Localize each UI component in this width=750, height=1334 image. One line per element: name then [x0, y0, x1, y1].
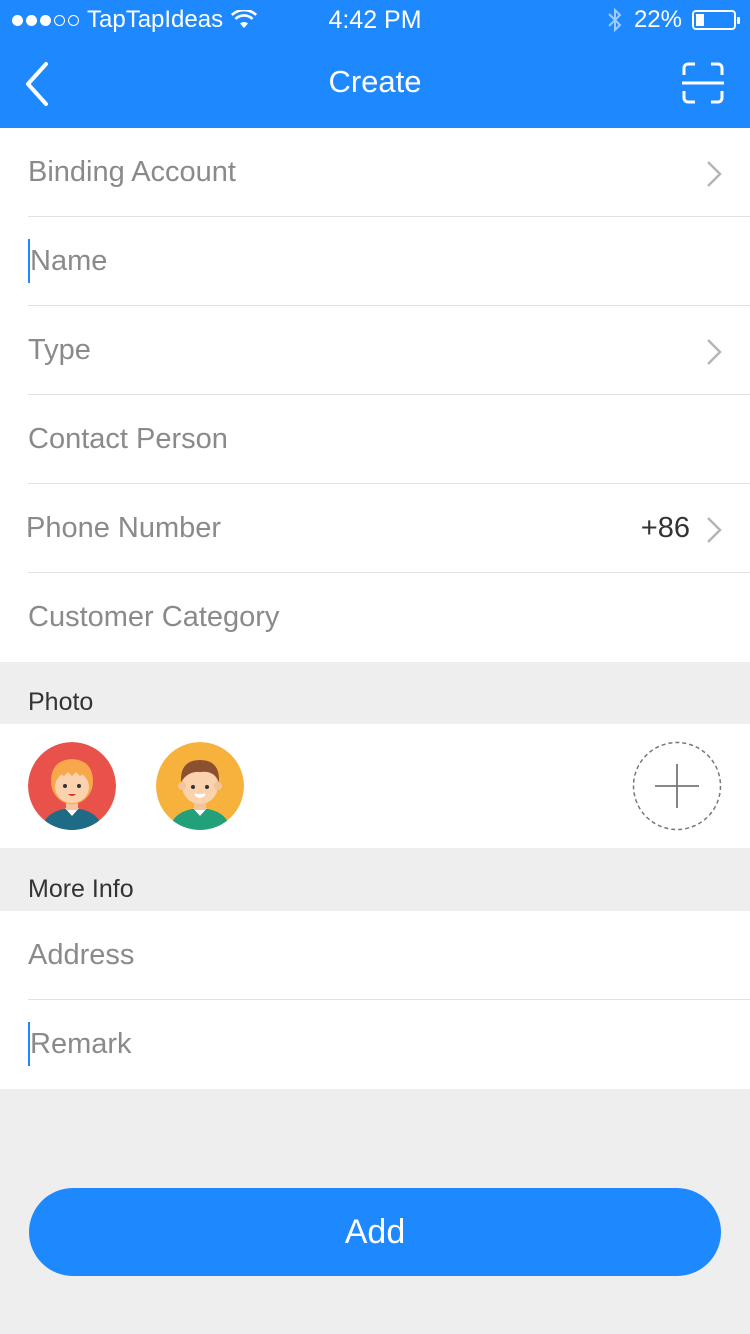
name-field[interactable]: Name: [28, 217, 750, 306]
battery-icon: [692, 10, 740, 30]
type-row[interactable]: Type: [28, 306, 750, 395]
country-code[interactable]: +86: [641, 484, 690, 573]
plus-icon[interactable]: [632, 741, 722, 831]
address-field[interactable]: Address: [28, 911, 750, 1000]
chevron-right-icon: [707, 161, 722, 187]
contact-person-placeholder: Contact Person: [28, 423, 228, 455]
type-label: Type: [28, 334, 91, 366]
scan-icon[interactable]: [682, 62, 724, 104]
status-right: 22%: [606, 6, 740, 34]
page-title: Create: [328, 64, 422, 99]
add-button[interactable]: Add: [29, 1188, 721, 1276]
customer-category-field[interactable]: Customer Category: [28, 573, 750, 662]
binding-account-label: Binding Account: [28, 156, 236, 188]
binding-account-row[interactable]: Binding Account: [28, 128, 750, 217]
phone-number-field[interactable]: Phone Number +86: [26, 484, 750, 573]
customer-category-placeholder: Customer Category: [28, 601, 280, 633]
more-info-form: Address Remark: [0, 911, 750, 1089]
chevron-right-icon: [707, 517, 722, 543]
battery-percent: 22%: [633, 6, 682, 33]
address-placeholder: Address: [28, 939, 135, 971]
remark-placeholder: Remark: [30, 1028, 132, 1060]
bluetooth-icon: [608, 7, 622, 33]
female-avatar[interactable]: [28, 742, 116, 830]
status-bar: TapTapIdeas 4:42 PM 22%: [0, 0, 750, 40]
top-bar: TapTapIdeas 4:42 PM 22% Create: [0, 0, 750, 128]
male-avatar[interactable]: [156, 742, 244, 830]
more-info-section-title: More Info: [28, 875, 134, 903]
photo-row: [0, 724, 750, 848]
remark-field[interactable]: Remark: [28, 1000, 750, 1089]
photo-section-title: Photo: [28, 688, 94, 716]
contact-person-field[interactable]: Contact Person: [28, 395, 750, 484]
customer-form: Binding Account Name Type Contact Person…: [0, 128, 750, 662]
chevron-right-icon: [707, 339, 722, 365]
phone-number-placeholder: Phone Number: [26, 512, 222, 544]
name-placeholder: Name: [30, 245, 108, 277]
navigation-bar: Create: [0, 40, 750, 128]
